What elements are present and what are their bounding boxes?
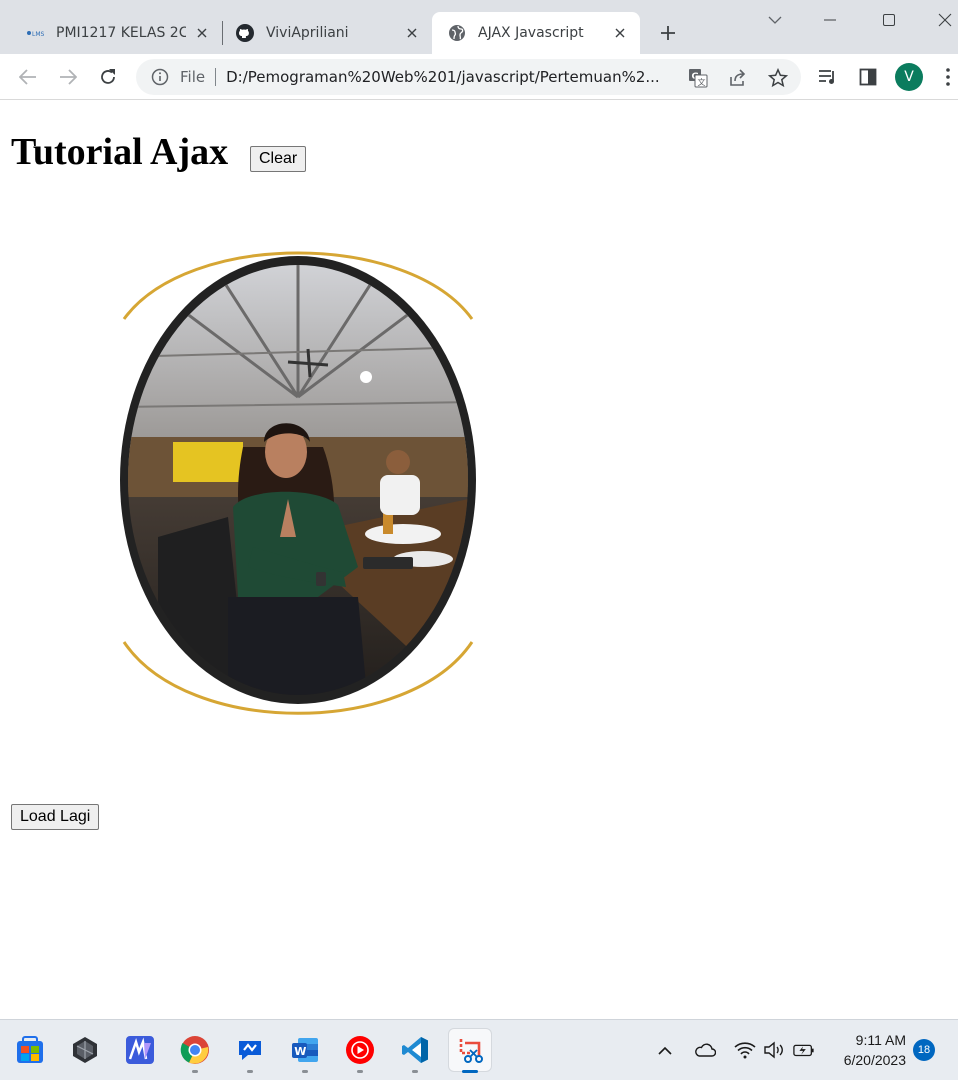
portrait-photo bbox=[120, 251, 476, 715]
tab-ajax[interactable]: AJAX Javascript bbox=[432, 12, 640, 54]
running-indicator bbox=[302, 1070, 308, 1073]
clear-button[interactable]: Clear bbox=[250, 146, 307, 172]
running-indicator bbox=[192, 1070, 198, 1073]
lms-icon: LMS bbox=[26, 24, 44, 42]
unity-icon[interactable] bbox=[67, 1032, 103, 1068]
svg-text:文: 文 bbox=[698, 77, 706, 87]
volume-icon[interactable] bbox=[763, 1039, 785, 1061]
url-text[interactable]: D:/Pemograman%20Web%201/javascript/Perte… bbox=[226, 68, 676, 86]
side-panel-button[interactable] bbox=[854, 63, 882, 91]
system-clock[interactable]: 9:11 AM 6/20/2023 bbox=[832, 1030, 906, 1070]
running-indicator-active bbox=[462, 1070, 478, 1073]
github-icon bbox=[236, 24, 254, 42]
maximize-icon bbox=[883, 14, 895, 26]
youtube-music-icon[interactable] bbox=[342, 1032, 378, 1068]
maximize-button[interactable] bbox=[874, 8, 904, 32]
svg-text:LMS: LMS bbox=[32, 31, 44, 38]
menu-button[interactable] bbox=[934, 63, 958, 91]
quickassist-icon[interactable] bbox=[232, 1032, 268, 1068]
chevron-up-icon[interactable] bbox=[654, 1039, 676, 1061]
translate-icon[interactable]: G文 bbox=[687, 67, 709, 89]
running-indicator bbox=[357, 1070, 363, 1073]
running-indicator bbox=[247, 1070, 253, 1073]
minimize-icon bbox=[824, 19, 836, 21]
battery-icon[interactable] bbox=[793, 1039, 815, 1061]
clock-time: 9:11 AM bbox=[855, 1032, 906, 1048]
close-window-button[interactable] bbox=[930, 8, 958, 32]
minimize-button[interactable] bbox=[815, 8, 845, 32]
notification-badge[interactable]: 18 bbox=[913, 1039, 935, 1061]
close-icon[interactable] bbox=[404, 25, 420, 41]
reload-button[interactable] bbox=[94, 63, 122, 91]
chevron-down-icon bbox=[768, 16, 782, 24]
page-title: Tutorial Ajax bbox=[11, 131, 229, 173]
tab-title: ViviApriliani bbox=[266, 25, 349, 41]
tab-search-button[interactable] bbox=[760, 8, 790, 32]
reload-icon bbox=[101, 69, 115, 84]
info-icon[interactable] bbox=[150, 67, 170, 87]
close-icon[interactable] bbox=[194, 25, 210, 41]
globe-icon bbox=[448, 24, 466, 42]
profile-avatar[interactable]: V bbox=[895, 63, 923, 91]
chrome-icon[interactable] bbox=[177, 1032, 213, 1068]
forward-button[interactable] bbox=[54, 63, 82, 91]
tab-github[interactable]: ViviApriliani bbox=[222, 12, 432, 54]
share-icon[interactable] bbox=[727, 67, 749, 89]
browser-toolbar: File D:/Pemograman%20Web%201/javascript/… bbox=[0, 54, 958, 100]
tab-title: AJAX Javascript bbox=[478, 25, 584, 41]
load-again-button[interactable]: Load Lagi bbox=[11, 804, 100, 830]
scheme-label: File bbox=[180, 68, 206, 86]
web-page: Tutorial Ajax Clear Load Lagi bbox=[0, 101, 958, 1019]
divider bbox=[215, 68, 217, 86]
vscode-icon[interactable] bbox=[397, 1032, 433, 1068]
tab-strip: LMS PMI1217 KELAS 2C ViviApriliani AJAX … bbox=[0, 0, 958, 54]
word-icon[interactable]: W bbox=[287, 1032, 323, 1068]
onedrive-icon[interactable] bbox=[694, 1039, 716, 1061]
close-icon[interactable] bbox=[612, 25, 628, 41]
playlist-icon bbox=[819, 70, 834, 84]
address-bar[interactable]: File D:/Pemograman%20Web%201/javascript/… bbox=[136, 59, 801, 95]
arrow-right-icon bbox=[60, 69, 77, 85]
svg-text:W: W bbox=[294, 1045, 306, 1058]
start-icon[interactable] bbox=[12, 1032, 48, 1068]
star-icon[interactable] bbox=[767, 67, 789, 89]
new-tab-button[interactable] bbox=[655, 20, 681, 46]
taskbar: W 9:11 AM 6/20/2023 18 bbox=[0, 1019, 958, 1080]
clock-date: 6/20/2023 bbox=[843, 1052, 906, 1068]
running-indicator bbox=[412, 1070, 418, 1073]
tab-lms[interactable]: LMS PMI1217 KELAS 2C bbox=[0, 12, 222, 54]
back-button[interactable] bbox=[14, 63, 42, 91]
kinemaster-icon[interactable] bbox=[122, 1032, 158, 1068]
snipping-tool-icon[interactable] bbox=[448, 1028, 492, 1072]
tab-title: PMI1217 KELAS 2C bbox=[56, 25, 186, 41]
close-icon bbox=[938, 13, 952, 27]
side-panel-icon bbox=[859, 68, 877, 86]
more-vert-icon bbox=[946, 68, 950, 86]
arrow-left-icon bbox=[19, 69, 36, 85]
plus-icon bbox=[661, 26, 675, 40]
wifi-icon[interactable] bbox=[734, 1039, 756, 1061]
media-controls-button[interactable] bbox=[814, 63, 842, 91]
